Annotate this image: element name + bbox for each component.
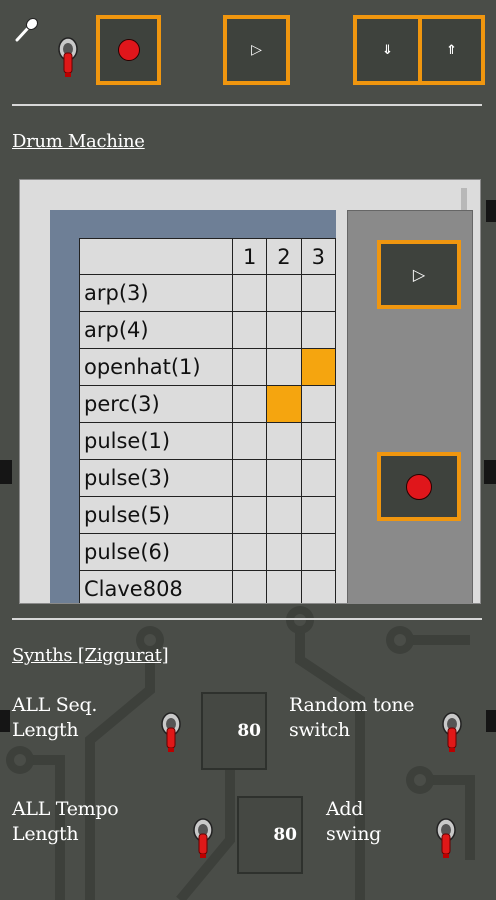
play-button[interactable]: ▷ xyxy=(223,15,290,85)
instrument-name: Clave808 xyxy=(79,570,233,603)
sequencer-play-button[interactable]: ▷ xyxy=(377,240,461,309)
step-cell[interactable] xyxy=(231,459,268,497)
step-cell[interactable] xyxy=(231,274,268,312)
table-row: openhat(1) xyxy=(79,348,336,386)
step-cell[interactable] xyxy=(300,570,336,603)
record-icon xyxy=(117,39,140,61)
arrow-up-icon: ⇑ xyxy=(446,42,457,58)
column-header: 3 xyxy=(300,238,336,275)
divider xyxy=(12,104,482,106)
step-cell[interactable] xyxy=(231,533,268,571)
table-row: pulse(1) xyxy=(79,422,336,460)
seq-length-toggle[interactable] xyxy=(160,712,182,754)
table-row: pulse(3) xyxy=(79,459,336,497)
instrument-name: pulse(1) xyxy=(79,422,233,460)
synths-title[interactable]: Synths [Ziggurat] xyxy=(12,645,169,666)
record-icon xyxy=(406,473,432,500)
step-cell[interactable] xyxy=(300,348,336,386)
step-cell[interactable] xyxy=(231,570,268,603)
table-row: arp(4) xyxy=(79,311,336,349)
instrument-name: pulse(6) xyxy=(79,533,233,571)
seq-length-label: ALL Seq. Length xyxy=(12,694,98,741)
drum-machine-title[interactable]: Drum Machine xyxy=(12,131,145,152)
step-cell[interactable] xyxy=(231,348,268,386)
sequencer-table: 1 2 3 arp(3) arp(4) openhat(1) perc(3) pulse… xyxy=(79,238,336,603)
tempo-length-field[interactable]: 80 xyxy=(237,796,303,874)
table-row: pulse(5) xyxy=(79,496,336,534)
step-cell[interactable] xyxy=(231,496,268,534)
drum-machine-panel: 1 2 3 arp(3) arp(4) openhat(1) perc(3) pulse… xyxy=(19,179,481,604)
step-cell[interactable] xyxy=(231,385,268,423)
column-header: 2 xyxy=(266,238,302,275)
instrument-name: arp(4) xyxy=(79,311,233,349)
step-cell[interactable] xyxy=(231,422,268,460)
step-cell[interactable] xyxy=(266,459,302,497)
header-corner xyxy=(79,238,233,275)
seq-length-field[interactable]: 80 xyxy=(201,692,267,770)
step-cell[interactable] xyxy=(300,311,336,349)
table-row: Clave808 xyxy=(79,570,336,603)
play-icon: ▷ xyxy=(412,265,426,284)
step-cell[interactable] xyxy=(266,570,302,603)
step-cell[interactable] xyxy=(300,274,336,312)
toggle-switch-icon[interactable] xyxy=(57,37,79,79)
download-button[interactable]: ⇓ xyxy=(353,15,422,85)
step-cell[interactable] xyxy=(300,459,336,497)
arrow-down-icon: ⇓ xyxy=(382,42,393,58)
step-cell[interactable] xyxy=(231,311,268,349)
instrument-name: perc(3) xyxy=(79,385,233,423)
step-cell[interactable] xyxy=(300,385,336,423)
step-cell[interactable] xyxy=(300,533,336,571)
add-swing-label: Add swing xyxy=(326,798,381,845)
step-cell[interactable] xyxy=(266,533,302,571)
table-header-row: 1 2 3 xyxy=(79,238,336,275)
divider xyxy=(12,618,482,620)
instrument-name: pulse(3) xyxy=(79,459,233,497)
sequencer-frame: 1 2 3 arp(3) arp(4) openhat(1) perc(3) pulse… xyxy=(50,210,336,603)
random-tone-toggle[interactable] xyxy=(441,712,463,754)
table-row: pulse(6) xyxy=(79,533,336,571)
add-swing-toggle[interactable] xyxy=(435,818,457,860)
mic-icon[interactable] xyxy=(14,16,40,42)
instrument-name: arp(3) xyxy=(79,274,233,312)
sequencer-controls: ▷ xyxy=(347,210,473,603)
step-cell[interactable] xyxy=(300,496,336,534)
step-cell[interactable] xyxy=(266,348,302,386)
tempo-length-toggle[interactable] xyxy=(192,818,214,860)
step-cell[interactable] xyxy=(266,496,302,534)
column-header: 1 xyxy=(231,238,268,275)
step-cell[interactable] xyxy=(266,422,302,460)
table-row: arp(3) xyxy=(79,274,336,312)
play-icon: ▷ xyxy=(251,42,262,58)
upload-button[interactable]: ⇑ xyxy=(418,15,485,85)
sequencer-record-button[interactable] xyxy=(377,452,461,521)
step-cell[interactable] xyxy=(266,311,302,349)
tempo-length-label: ALL Tempo Length xyxy=(12,798,119,845)
instrument-name: openhat(1) xyxy=(79,348,233,386)
step-cell[interactable] xyxy=(266,274,302,312)
step-cell[interactable] xyxy=(266,385,302,423)
random-tone-label: Random tone switch xyxy=(289,694,415,741)
instrument-name: pulse(5) xyxy=(79,496,233,534)
table-row: perc(3) xyxy=(79,385,336,423)
record-button[interactable] xyxy=(96,15,161,85)
step-cell[interactable] xyxy=(300,422,336,460)
